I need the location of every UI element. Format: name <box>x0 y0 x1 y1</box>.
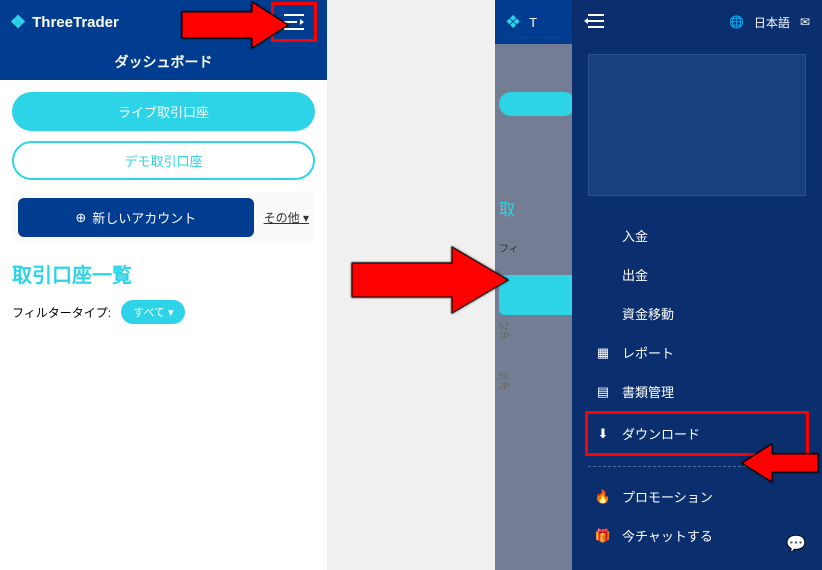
fire-icon: 🔥 <box>594 489 612 505</box>
menu-documents[interactable]: ▤書類管理 <box>588 372 806 411</box>
instruction-arrow-1 <box>180 0 290 50</box>
document-icon: ▤ <box>594 384 612 400</box>
gift-icon: 🎁 <box>594 528 612 544</box>
new-account-label: 新しいアカウント <box>92 208 196 227</box>
logo-icon: ❖ <box>10 12 26 33</box>
user-info-placeholder <box>588 54 806 196</box>
report-icon: ▦ <box>594 345 612 361</box>
live-account-button[interactable]: ライブ取引口座 <box>12 92 315 131</box>
side-menu: 🌐 日本語 ✉ 入金 出金 資金移動 ▦レポート ▤書類管理 ⬇ダウンロード 🔥… <box>572 0 822 570</box>
logo-icon: ❖ <box>505 12 521 33</box>
new-account-button[interactable]: ⊕ 新しいアカウント <box>18 198 254 237</box>
globe-icon[interactable]: 🌐 <box>729 15 744 29</box>
instruction-arrow-3 <box>740 442 820 484</box>
menu-withdraw[interactable]: 出金 <box>588 255 806 294</box>
menu-chat[interactable]: 🎁今チャットする <box>588 516 806 555</box>
faded-background: 取 フィ 52JP 50JP <box>495 44 580 399</box>
brand-logo: ❖ ThreeTrader <box>10 12 119 33</box>
brand-name: ThreeTrader <box>32 14 119 31</box>
plus-icon: ⊕ <box>75 210 86 226</box>
filter-all-chip[interactable]: すべて ▾ <box>121 300 185 324</box>
accounts-section-title: 取引口座一覧 <box>12 259 315 288</box>
mail-icon[interactable]: ✉ <box>800 15 810 29</box>
other-dropdown[interactable]: その他 ▾ <box>264 209 309 226</box>
language-label[interactable]: 日本語 <box>754 14 790 31</box>
menu-report[interactable]: ▦レポート <box>588 333 806 372</box>
collapse-menu-button[interactable] <box>584 14 604 31</box>
filter-label: フィルタータイプ: <box>12 304 111 321</box>
menu-open-panel: ❖T 取 フィ 52JP 50JP 🌐 日本語 ✉ <box>495 0 822 570</box>
instruction-arrow-2 <box>350 245 510 315</box>
menu-transfer[interactable]: 資金移動 <box>588 294 806 333</box>
demo-account-button[interactable]: デモ取引口座 <box>12 141 315 180</box>
dashboard-panel: ❖ ThreeTrader ダッシュボード ライブ取引口座 デモ取引口座 ⊕ 新… <box>0 0 327 570</box>
menu-deposit[interactable]: 入金 <box>588 216 806 255</box>
chat-bubble-button[interactable]: 💬 <box>780 528 812 560</box>
download-icon: ⬇ <box>594 426 612 442</box>
